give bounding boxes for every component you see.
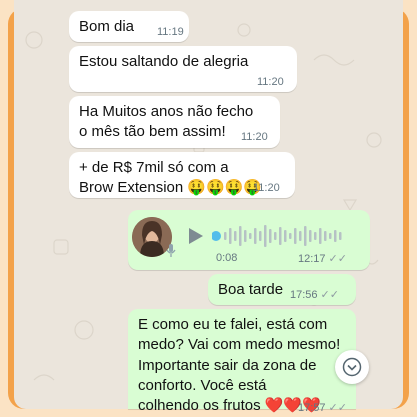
message-text-line: Ha Muitos anos não fecho xyxy=(79,103,254,120)
message-incoming[interactable]: + de R$ 7mil só com a Brow Extension 🤑🤑🤑… xyxy=(69,152,295,198)
message-outgoing[interactable]: E como eu te falei, está com medo? Vai c… xyxy=(128,309,356,414)
read-ticks-icon: ✓✓ xyxy=(328,402,347,414)
message-text: Bom dia xyxy=(79,18,135,35)
message-time-text: 17:57 xyxy=(298,402,326,414)
message-text: Estou saltando de alegria xyxy=(79,53,249,70)
message-text-line: conforto. Você está xyxy=(138,376,267,394)
message-text-line: Importante sair da zona de xyxy=(138,356,317,374)
voice-note-duration: 0:08 xyxy=(216,252,238,264)
message-time-text: 17:56 xyxy=(290,289,318,301)
chevron-down-icon xyxy=(342,357,362,377)
read-ticks-icon: ✓✓ xyxy=(328,253,347,265)
voice-waveform[interactable] xyxy=(212,222,350,250)
message-time: 11:19 xyxy=(157,26,184,38)
message-incoming[interactable]: Estou saltando de alegria 11:20 xyxy=(69,46,297,92)
message-outgoing[interactable]: Boa tarde 17:56 ✓✓ xyxy=(208,274,356,305)
message-text-line: E como eu te falei, está com xyxy=(138,316,328,333)
scroll-to-bottom-button[interactable] xyxy=(335,350,369,384)
message-time-text: 12:17 xyxy=(298,253,326,265)
message-time: 12:17 ✓✓ xyxy=(298,252,347,265)
message-time: 11:20 xyxy=(241,131,268,143)
read-ticks-icon: ✓✓ xyxy=(320,289,339,301)
message-text-line: + de R$ 7mil só com a xyxy=(79,159,229,176)
message-time: 17:56 ✓✓ xyxy=(290,288,339,303)
message-incoming[interactable]: Ha Muitos anos não fecho o mês tão bem a… xyxy=(69,96,280,148)
message-text: Boa tarde xyxy=(218,281,284,298)
message-time: 11:20 xyxy=(257,76,284,88)
message-time: 17:57 ✓✓ xyxy=(298,401,347,416)
message-text-line: medo? Vai com medo mesmo! xyxy=(138,336,341,354)
message-time: 11:20 xyxy=(253,182,280,194)
play-icon[interactable] xyxy=(189,228,203,244)
message-incoming[interactable]: Bom dia 11:19 xyxy=(69,11,189,42)
microphone-icon xyxy=(166,244,176,257)
